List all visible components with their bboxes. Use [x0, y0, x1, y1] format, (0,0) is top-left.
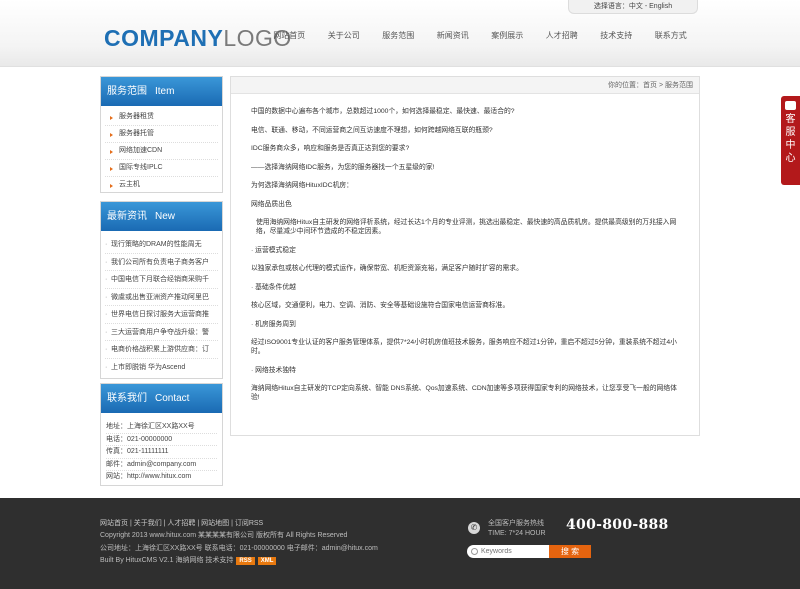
search-button[interactable]: 搜 索 [549, 545, 591, 558]
nav-support[interactable]: 技术支持 [589, 30, 644, 42]
paragraph: 电信、联通、移动，不同运营商之间互访速度不理想，如何跨越网络互联的瓶颈? [251, 126, 493, 134]
paragraph: 以独家承包或核心代理的模式运作，确保带宽、机柜资源充裕，满足客户随时扩容的需求。 [251, 265, 523, 272]
news-item[interactable]: 三大运营商用户争夺战升级：警 [105, 324, 218, 341]
news-item[interactable]: 上市即脱销 华为Ascend [105, 359, 218, 377]
service-tab-char: 心 [785, 153, 796, 164]
nav-news[interactable]: 新闻资讯 [426, 30, 481, 42]
service-tab-char: 中 [785, 140, 796, 151]
search-icon [471, 548, 478, 555]
footer-built-by: Built By HituxCMS V2.1 海纳网络 技术支持 [100, 557, 234, 564]
service-item[interactable]: 服务器租赁 [105, 109, 218, 126]
section-heading: · 机房服务周到 [251, 320, 296, 328]
contact-title-en: Contact [155, 393, 190, 404]
rss-badge[interactable]: RSS [236, 557, 255, 565]
article-body: 中国的数据中心遍布各个城市，总数超过1000个，如何选择最稳定、最快速、最适合的… [231, 94, 699, 402]
footer-address: 公司地址：上海徐汇区XX路XX号 联系电话：021-00000000 电子邮件：… [100, 544, 378, 552]
language-selector[interactable]: 选择语言：中文 - English [568, 0, 698, 14]
footer-links[interactable]: 网站首页 | 关于我们 | 人才招聘 | 网站地图 | 订阅RSS [100, 518, 263, 530]
paragraph: IDC服务商众多，响应和服务是否真正达到您的要求? [251, 145, 410, 152]
main-nav: 网站首页 关于公司 服务范围 新闻资讯 案例展示 人才招聘 技术支持 联系方式 [262, 30, 698, 42]
hotline-label: 全国客户服务热线 TIME: 7*24 HOUR [488, 519, 546, 539]
paragraph: 核心区域，交通便利，电力、空调、消防、安全等基础设施符合国家电信运营商标准。 [251, 302, 510, 309]
section-heading: · 网络技术独特 [251, 366, 296, 374]
services-title-cn: 服务范围 [107, 86, 147, 97]
news-item[interactable]: 中国电信下月联合经销商采购千 [105, 271, 218, 289]
footer-info: Copyright 2013 www.hitux.com 某某某某有限公司 版权… [100, 530, 378, 568]
news-item[interactable]: 我们公司所有负责电子商务客户 [105, 254, 218, 271]
news-item[interactable]: 电商价格战积累上游供应商：订 [105, 341, 218, 359]
sidebar: 服务范围 Item 服务器租赁 服务器托管 网络加速CDN 国际专线IPLC 云主… [100, 76, 223, 486]
service-tab-char: 服 [785, 127, 796, 138]
customer-service-tab[interactable]: 客 服 中 心 [781, 96, 800, 185]
news-box-title: 最新资讯 New [101, 202, 222, 231]
section-heading: · 运营模式稳定 [251, 246, 296, 254]
footer-copyright: Copyright 2013 www.hitux.com 某某某某有限公司 版权… [100, 532, 348, 539]
footer-search: 搜 索 [467, 545, 591, 558]
service-item[interactable]: 国际专线IPLC [105, 160, 218, 177]
footer: 网站首页 | 关于我们 | 人才招聘 | 网站地图 | 订阅RSS Copyri… [0, 498, 800, 589]
main-content: 你的位置：首页 > 服务范围 中国的数据中心遍布各个城市，总数超过1000个，如… [230, 76, 700, 436]
paragraph: 海纳网络Hitux自主研发的TCP定向系统、智能 DNS系统、Qos加速系统、C… [251, 385, 677, 401]
service-item[interactable]: 网络加速CDN [105, 143, 218, 160]
nav-careers[interactable]: 人才招聘 [535, 30, 590, 42]
news-item[interactable]: 微虞或出售亚洲资产推动阿里巴 [105, 289, 218, 306]
contact-phone: 电话：021-00000000 [106, 434, 217, 446]
paragraph: 中国的数据中心遍布各个城市，总数超过1000个，如何选择最稳定、最快速、最适合的… [251, 108, 515, 115]
service-item[interactable]: 服务器托管 [105, 126, 218, 143]
logo-primary-text: COMPANY [104, 25, 224, 51]
nav-cases[interactable]: 案例展示 [480, 30, 535, 42]
hotline-label-time: TIME: 7*24 HOUR [488, 530, 546, 537]
contact-fax: 传真：021-11111111 [106, 446, 217, 459]
contact-box-title: 联系我们 Contact [101, 384, 222, 413]
nav-home[interactable]: 网站首页 [262, 30, 317, 42]
news-item[interactable]: 现行策略的DRAM的性能周无 [105, 236, 218, 254]
contact-box: 联系我们 Contact 地址：上海徐汇区XX路XX号 电话：021-000000… [100, 383, 223, 486]
hotline-label-cn: 全国客户服务热线 [488, 520, 544, 527]
nav-services[interactable]: 服务范围 [371, 30, 426, 42]
search-input[interactable] [467, 545, 549, 558]
footer-built-by-row: Built By HituxCMS V2.1 海纳网络 技术支持 RSS XML [100, 555, 378, 568]
contact-website[interactable]: 网站：http://www.hitux.com [106, 471, 217, 483]
paragraph: 经过ISO9001专业认证的客户服务管理体系，提供7*24小时机房值班技术服务，… [251, 339, 677, 355]
header: 选择语言：中文 - English COMPANYLOGO 网站首页 关于公司 … [0, 0, 800, 67]
nav-about[interactable]: 关于公司 [317, 30, 372, 42]
contact-title-cn: 联系我们 [107, 393, 147, 404]
services-list: 服务器租赁 服务器托管 网络加速CDN 国际专线IPLC 云主机 [101, 106, 222, 197]
section-heading: · 基础条件优越 [251, 283, 296, 291]
services-box: 服务范围 Item 服务器租赁 服务器托管 网络加速CDN 国际专线IPLC 云主… [100, 76, 223, 193]
news-box: 最新资讯 New 现行策略的DRAM的性能周无 我们公司所有负责电子商务客户 中国… [100, 201, 223, 379]
contact-email[interactable]: 邮件：admin@company.com [106, 459, 217, 471]
phone-icon: ✆ [468, 522, 480, 534]
hotline-number: 400-800-888 [566, 517, 669, 533]
contact-list: 地址：上海徐汇区XX路XX号 电话：021-00000000 传真：021-11… [101, 413, 222, 489]
news-item[interactable]: 世界电信日探讨服务大运营商推 [105, 306, 218, 324]
news-title-cn: 最新资讯 [107, 211, 147, 222]
service-tab-char: 客 [785, 114, 796, 125]
xml-badge[interactable]: XML [257, 557, 277, 565]
paragraph: ——选择海纳网络IDC服务，为您的服务器找一个五星级的家! [251, 163, 435, 171]
services-title-en: Item [155, 86, 175, 97]
news-title-en: New [155, 211, 176, 222]
paragraph: 使用海纳网络Hitux自主研发的网络评析系统，经过长达1个月的专业评测，挑选出最… [256, 219, 677, 235]
contact-address: 地址：上海徐汇区XX路XX号 [106, 421, 217, 434]
news-list: 现行策略的DRAM的性能周无 我们公司所有负责电子商务客户 中国电信下月联合经销… [101, 231, 222, 381]
service-item[interactable]: 云主机 [105, 177, 218, 194]
services-box-title: 服务范围 Item [101, 77, 222, 106]
paragraph: 为何选择海纳网络HituxIDC机房： [251, 182, 353, 189]
nav-contact[interactable]: 联系方式 [644, 30, 699, 42]
breadcrumb: 你的位置：首页 > 服务范围 [231, 77, 699, 94]
section-heading: 网络品质出色 [251, 200, 292, 208]
chat-bubble-icon [785, 101, 796, 110]
